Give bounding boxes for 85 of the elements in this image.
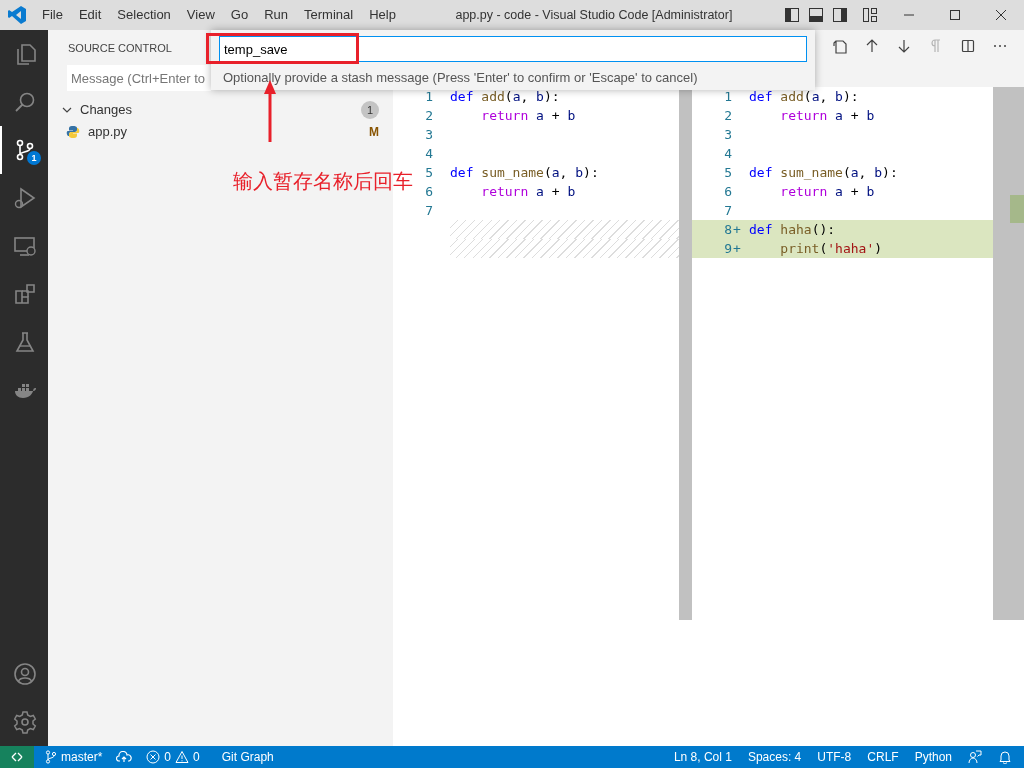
code-line: return a + b — [480, 184, 576, 199]
open-file-icon[interactable] — [832, 38, 848, 54]
remote-explorer-icon — [13, 234, 37, 258]
warning-icon — [175, 750, 190, 764]
account-icon — [13, 662, 37, 686]
change-count: 1 — [361, 101, 379, 119]
line-number: 1 — [724, 89, 732, 104]
cloud-upload-icon — [116, 751, 133, 763]
arrow-down-icon[interactable] — [896, 38, 912, 54]
code-line: return a + b — [779, 184, 875, 199]
remote-button[interactable] — [0, 746, 34, 768]
remote-icon — [11, 751, 23, 763]
line-number: 5 — [724, 165, 732, 180]
git-graph-button[interactable]: Git Graph — [214, 746, 281, 768]
toggle-secondary-sidebar-icon[interactable] — [832, 7, 848, 23]
menu-item[interactable]: File — [34, 0, 71, 30]
person-feedback-icon — [968, 750, 982, 764]
flask-icon — [13, 330, 37, 354]
split-editor-icon[interactable] — [960, 38, 976, 54]
annotation-text: 输入暂存名称后回车 — [233, 169, 413, 194]
line-number: 3 — [425, 127, 433, 142]
problems-button[interactable]: 0 0 — [139, 746, 207, 768]
arrow-up-icon[interactable] — [864, 38, 880, 54]
status-item[interactable]: CRLF — [859, 746, 907, 768]
scrollbar[interactable] — [993, 87, 1010, 620]
modified-status: M — [369, 124, 379, 141]
line-number: 7 — [724, 203, 732, 218]
line-number: 7 — [425, 203, 433, 218]
toggle-panel-icon[interactable] — [808, 7, 824, 23]
maximize-icon[interactable] — [947, 7, 963, 23]
line-number: 1 — [425, 89, 433, 104]
line-number: 9 — [724, 241, 732, 256]
code-line: def haha(): — [749, 222, 836, 237]
section-title[interactable]: Changes — [80, 100, 361, 120]
sidebar-title: SOURCE CONTROL — [68, 42, 172, 54]
status-item[interactable]: Ln 8, Col 1 — [665, 746, 740, 768]
menu-item[interactable]: Go — [222, 0, 257, 30]
file-name[interactable]: app.py — [88, 122, 369, 142]
commit-message-field[interactable]: Message (Ctrl+Enter to — [67, 65, 211, 91]
error-icon — [146, 750, 161, 764]
line-number: 2 — [724, 108, 732, 123]
status-item[interactable]: Python — [906, 746, 960, 768]
branch-button[interactable]: master* — [38, 746, 110, 768]
code-line: def add(a, b): — [749, 89, 859, 104]
added-marker: + — [733, 241, 741, 256]
code-line: def sum_name(a, b): — [749, 165, 898, 180]
overview-ruler-mark — [1010, 195, 1024, 223]
status-item[interactable]: UTF-8 — [809, 746, 860, 768]
menu-item[interactable]: Edit — [70, 0, 110, 30]
close-icon[interactable] — [993, 7, 1009, 23]
search-icon — [13, 90, 37, 114]
menu-item[interactable]: Run — [256, 0, 296, 30]
menu-item[interactable]: Help — [361, 0, 404, 30]
line-number: 3 — [724, 127, 732, 142]
line-number: 6 — [425, 184, 433, 199]
stash-message-field[interactable]: temp_save — [219, 36, 807, 62]
python-file-icon — [66, 125, 80, 139]
window-title: app.py - code - Visual Studio Code [Administrator] — [455, 7, 733, 22]
settings-icon — [13, 710, 37, 734]
scrollbar[interactable] — [679, 87, 692, 620]
code-line: return a + b — [480, 108, 576, 123]
code-line: print('haha') — [779, 241, 883, 256]
line-number: 5 — [425, 165, 433, 180]
line-number: 4 — [724, 146, 732, 161]
notification-badge: 1 — [27, 151, 41, 165]
bell-icon — [998, 750, 1012, 764]
code-line: def add(a, b): — [450, 89, 560, 104]
status-item[interactable]: Spaces: 4 — [739, 746, 810, 768]
code-line: return a + b — [779, 108, 875, 123]
added-marker: + — [733, 222, 741, 237]
menu-item[interactable]: Terminal — [296, 0, 362, 30]
stash-hint-text: Optionally provide a stash message (Press 'Enter' to confirm or 'Escape' to cancel) — [222, 69, 699, 87]
app-logo-icon — [7, 5, 27, 25]
extensions-icon — [13, 282, 37, 306]
run-debug-icon — [13, 186, 37, 210]
line-number: 6 — [724, 184, 732, 199]
toggle-primary-sidebar-icon[interactable] — [784, 7, 800, 23]
menu-item[interactable]: Selection — [109, 0, 179, 30]
code-line: def sum_name(a, b): — [450, 165, 599, 180]
chevron-down-icon[interactable] — [62, 105, 72, 115]
line-number: 2 — [425, 108, 433, 123]
menu-item[interactable]: View — [178, 0, 223, 30]
branch-icon — [45, 750, 57, 764]
line-number: 8 — [724, 222, 732, 237]
line-number: 4 — [425, 146, 433, 161]
